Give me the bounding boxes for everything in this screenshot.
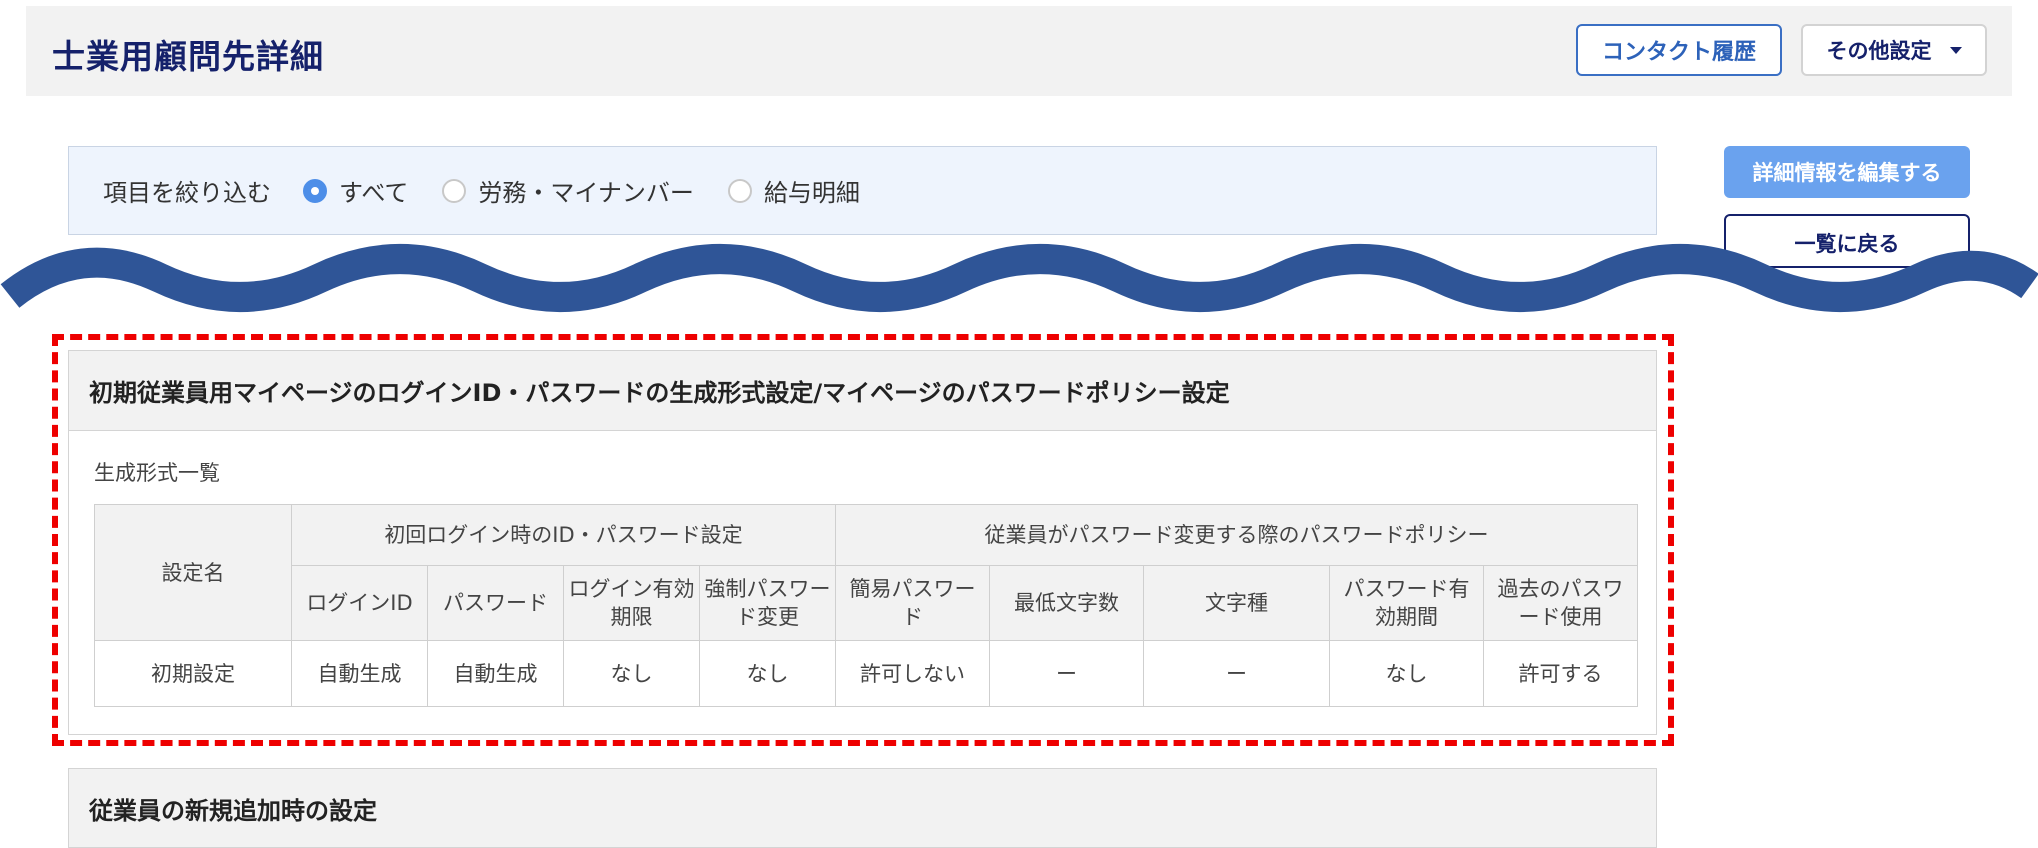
other-settings-label: その他設定 <box>1826 39 1932 63</box>
filter-option-label: 労務・マイナンバー <box>478 179 694 207</box>
filter-label: 項目を絞り込む <box>103 179 271 207</box>
contact-history-button[interactable]: コンタクト履歴 <box>1576 24 1782 76</box>
section2-title: 従業員の新規追加時の設定 <box>89 796 377 825</box>
new-employee-settings-section: 従業員の新規追加時の設定 <box>68 768 1657 848</box>
filter-option-label: 給与明細 <box>763 179 860 207</box>
filter-bar: 項目を絞り込む すべて 労務・マイナンバー 給与明細 <box>68 146 1657 235</box>
page-title: 士業用顧問先詳細 <box>52 37 324 76</box>
radio-unselected-icon[interactable] <box>727 178 752 203</box>
filter-option-label: すべて <box>339 179 409 207</box>
filter-option-labor[interactable]: 労務・マイナンバー <box>442 173 694 208</box>
filter-option-payslip[interactable]: 給与明細 <box>727 173 860 208</box>
caret-down-icon <box>1949 46 1962 54</box>
wave-divider <box>0 244 2038 312</box>
filter-option-all[interactable]: すべて <box>303 173 408 208</box>
other-settings-dropdown[interactable]: その他設定 <box>1801 24 1987 76</box>
radio-unselected-icon[interactable] <box>442 178 467 203</box>
edit-details-button[interactable]: 詳細情報を編集する <box>1724 146 1970 198</box>
highlight-frame <box>52 334 1674 746</box>
radio-selected-icon[interactable] <box>303 178 327 203</box>
